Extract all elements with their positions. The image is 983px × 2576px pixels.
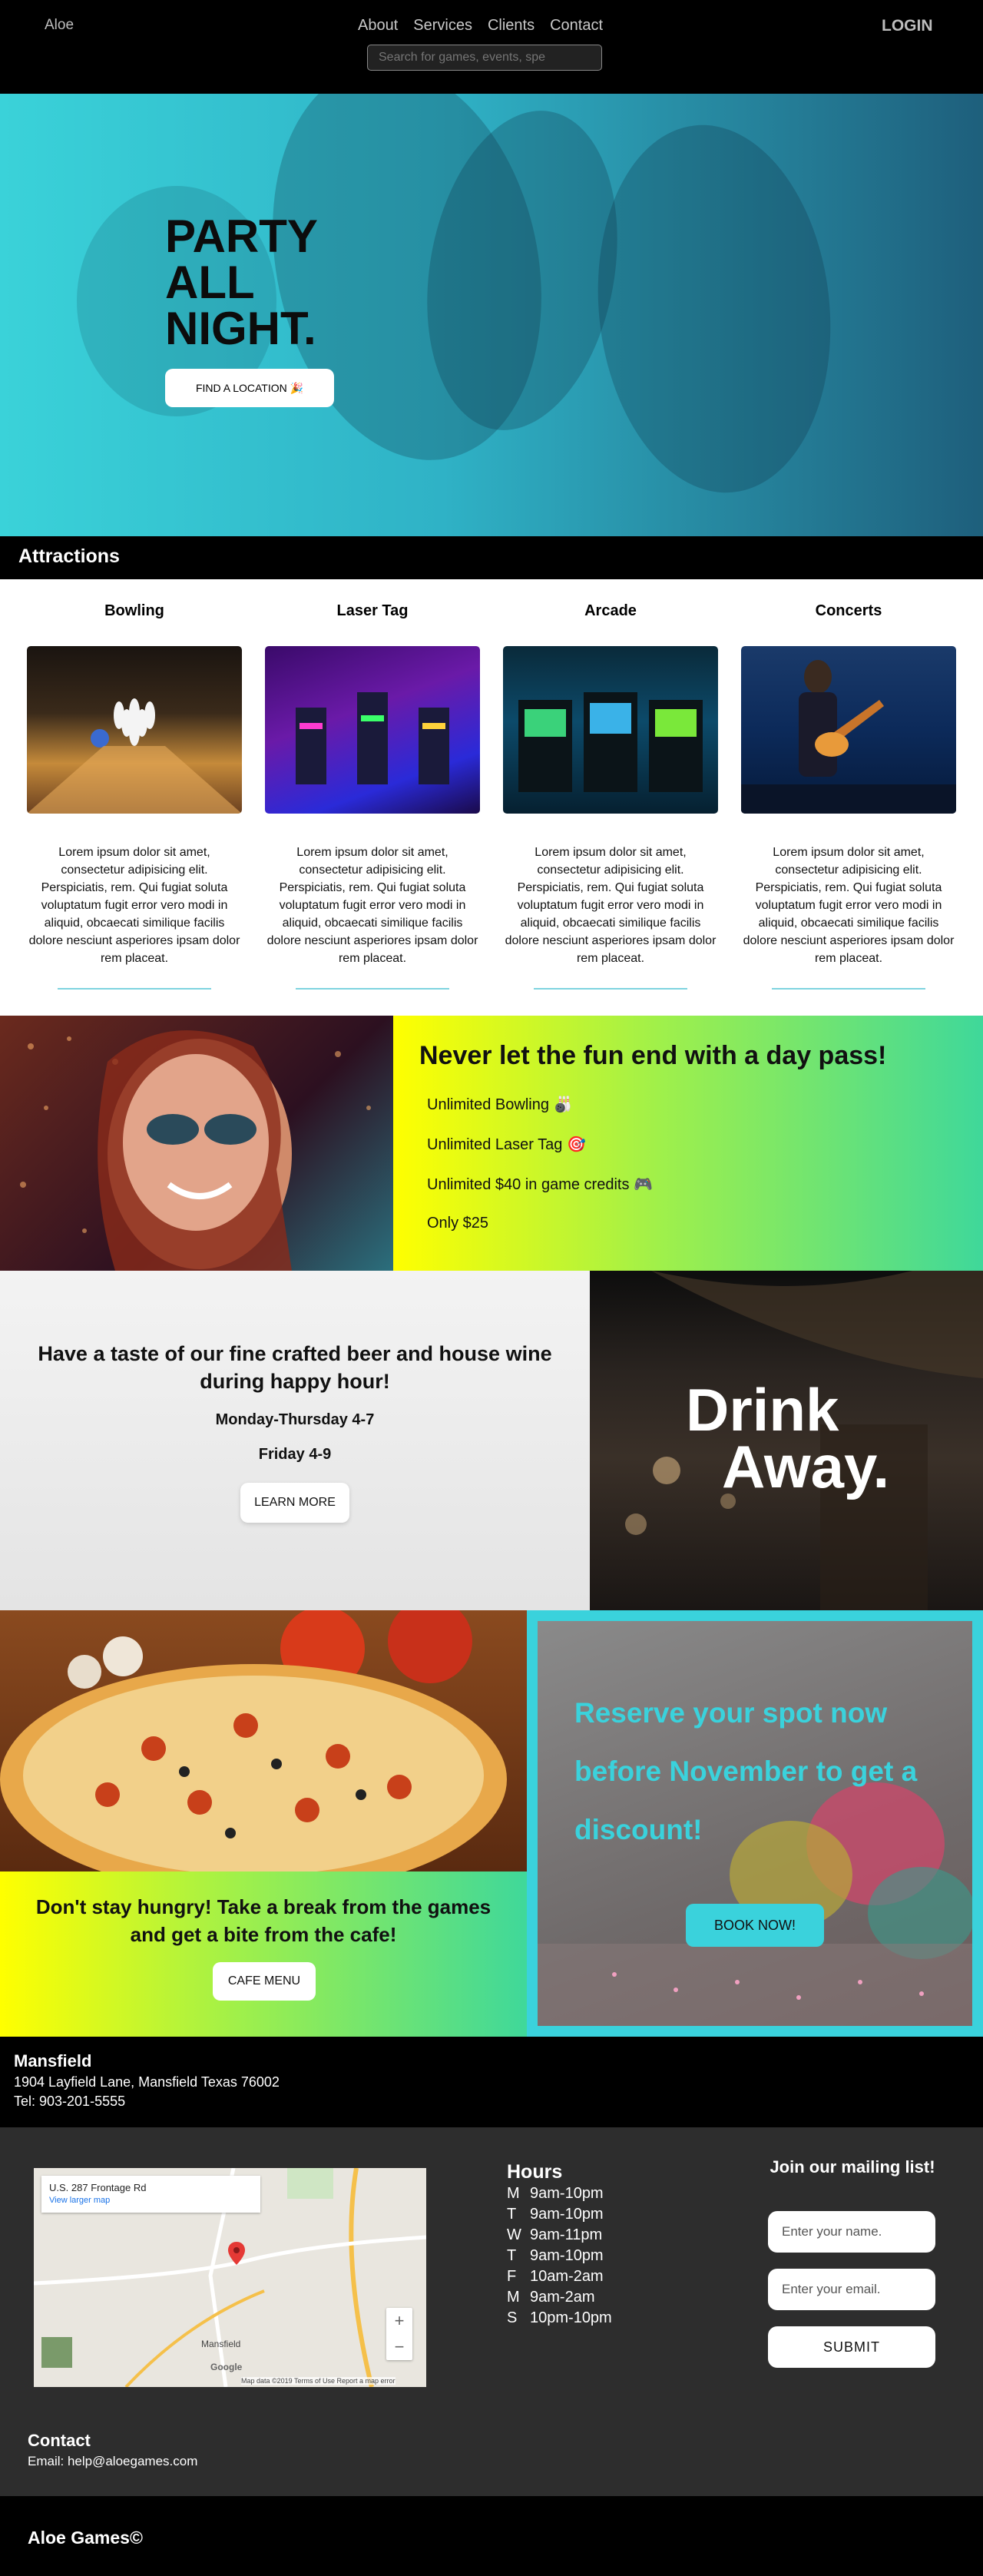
hours-row: W 9am-11pm: [507, 2226, 602, 2244]
happy-hour-friday: Friday 4-9: [258, 1446, 332, 1463]
map-info-card: U.S. 287 Frontage Rd View larger map: [41, 2176, 260, 2213]
hours-time: 9am-10pm: [530, 2185, 604, 2202]
name-input[interactable]: Enter your name.: [768, 2211, 935, 2253]
zoom-out-icon[interactable]: −: [386, 2334, 412, 2360]
hours-row: F 10am-2am: [507, 2268, 604, 2286]
search-input[interactable]: [367, 45, 602, 71]
copyright: Aloe Games©: [28, 2528, 143, 2548]
nav-link-about[interactable]: About: [358, 17, 398, 35]
zoom-in-icon[interactable]: +: [386, 2308, 412, 2334]
hours-title: Hours: [507, 2161, 563, 2183]
laser-tag-graphic: [296, 692, 449, 784]
map-attribution: Map data ©2019 Terms of Use Report a map…: [241, 2377, 396, 2385]
map-place-title: U.S. 287 Frontage Rd: [49, 2182, 147, 2193]
view-larger-map-link[interactable]: View larger map: [49, 2196, 110, 2205]
divider: [58, 988, 211, 990]
concert-image: [741, 646, 956, 814]
daypass-title: Never let the fun end with a day pass!: [419, 1041, 887, 1070]
map-pin-icon[interactable]: [228, 2242, 245, 2265]
pizza-photo: [0, 1610, 527, 1871]
daypass-photo: [0, 1016, 393, 1271]
mailing-list-title: Join our mailing list!: [770, 2157, 935, 2177]
attraction-description: Lorem ipsum dolor sit amet, consectetur …: [266, 846, 478, 965]
hours-day: F: [507, 2268, 517, 2285]
daypass-item: Unlimited $40 in game credits 🎮: [427, 1176, 653, 1193]
daypass-item: Unlimited Bowling 🎳: [427, 1096, 573, 1113]
cafe-menu-button[interactable]: CAFE MENU: [213, 1962, 316, 2001]
hero-title: PARTY ALL NIGHT.: [165, 214, 396, 352]
bowling-image: [27, 646, 242, 814]
arcade-machines-graphic: [518, 692, 703, 792]
hours-row: T 9am-10pm: [507, 2247, 604, 2265]
attraction-description: Lorem ipsum dolor sit amet, consectetur …: [505, 846, 717, 965]
attraction-title: Laser Tag: [336, 602, 409, 619]
arcade-image: [503, 646, 718, 814]
attraction-description: Lorem ipsum dolor sit amet, consectetur …: [743, 846, 955, 965]
hours-row: S 10pm-10pm: [507, 2309, 612, 2327]
find-location-button[interactable]: FIND A LOCATION 🎉: [165, 369, 334, 407]
hours-row: M 9am-2am: [507, 2289, 594, 2306]
hours-time: 9am-10pm: [530, 2206, 604, 2223]
daypass-price: Only $25: [427, 1215, 489, 1232]
nav-link-clients[interactable]: Clients: [488, 17, 535, 35]
location-name: Mansfield: [14, 2051, 92, 2070]
hero-figure-shape: [580, 113, 849, 505]
location-address: 1904 Layfield Lane, Mansfield Texas 7600…: [14, 2074, 280, 2090]
hours-day: T: [507, 2206, 517, 2223]
contact-title: Contact: [28, 2431, 91, 2450]
submit-button[interactable]: SUBMIT: [768, 2326, 935, 2368]
hours-day: W: [507, 2226, 521, 2243]
happy-hour-title: Have a taste of our fine crafted beer an…: [38, 1342, 552, 1393]
happy-hour-panel: [0, 1271, 590, 1610]
bowling-pins-graphic: [27, 698, 242, 814]
learn-more-button[interactable]: LEARN MORE: [240, 1483, 349, 1523]
login-link[interactable]: LOGIN: [882, 17, 933, 35]
nav-links: About Services Clients Contact: [358, 17, 603, 35]
hero-title-line: ALL: [165, 257, 255, 308]
location-phone: Tel: 903-201-5555: [14, 2094, 126, 2109]
divider: [534, 988, 687, 990]
hours-time: 10pm-10pm: [530, 2309, 612, 2326]
attraction-title: Bowling: [104, 602, 164, 619]
divider: [296, 988, 449, 990]
guitarist-graphic: [741, 660, 956, 814]
hours-day: S: [507, 2309, 518, 2326]
hours-row: M 9am-10pm: [507, 2185, 604, 2203]
hours-day: M: [507, 2289, 520, 2306]
email-input[interactable]: Enter your email.: [768, 2269, 935, 2310]
divider: [772, 988, 925, 990]
hours-time: 9am-2am: [530, 2289, 595, 2306]
attractions-title: Attractions: [18, 545, 120, 567]
hours-time: 9am-10pm: [530, 2247, 604, 2264]
attraction-title: Arcade: [584, 602, 637, 619]
contact-email[interactable]: Email: help@aloegames.com: [28, 2454, 197, 2469]
pizza-graphic: [0, 1610, 507, 1871]
map-zoom-controls: + −: [386, 2308, 412, 2360]
google-logo: Google: [210, 2362, 243, 2372]
reserve-title: Reserve your spot now before November to…: [574, 1697, 918, 1845]
brand-logo[interactable]: Aloe: [45, 17, 74, 34]
happy-hour-weekday: Monday-Thursday 4-7: [215, 1411, 375, 1428]
hero-banner: [0, 94, 983, 536]
woman-sunglasses-graphic: [20, 1030, 371, 1271]
cafe-title: Don't stay hungry! Take a break from the…: [35, 1895, 492, 1946]
attraction-description: Lorem ipsum dolor sit amet, consectetur …: [28, 846, 240, 965]
laser-tag-image: [265, 646, 480, 814]
map-city-label: Mansfield: [201, 2339, 241, 2349]
location-map[interactable]: U.S. 287 Frontage Rd View larger map Man…: [34, 2168, 426, 2387]
nav-link-services[interactable]: Services: [413, 17, 472, 35]
hours-row: T 9am-10pm: [507, 2206, 604, 2223]
hours-time: 9am-11pm: [530, 2226, 603, 2243]
hero-title-line: NIGHT.: [165, 303, 316, 354]
attractions-header: [0, 536, 983, 579]
attraction-title: Concerts: [815, 602, 882, 619]
nav-link-contact[interactable]: Contact: [550, 17, 603, 35]
book-now-button[interactable]: BOOK NOW!: [686, 1904, 824, 1947]
hours-day: M: [507, 2185, 520, 2202]
hours-time: 10am-2am: [530, 2268, 604, 2285]
away-heading: Away.: [722, 1433, 890, 1500]
daypass-item: Unlimited Laser Tag 🎯: [427, 1136, 586, 1153]
hours-day: T: [507, 2247, 517, 2264]
hero-title-line: PARTY: [165, 211, 318, 262]
